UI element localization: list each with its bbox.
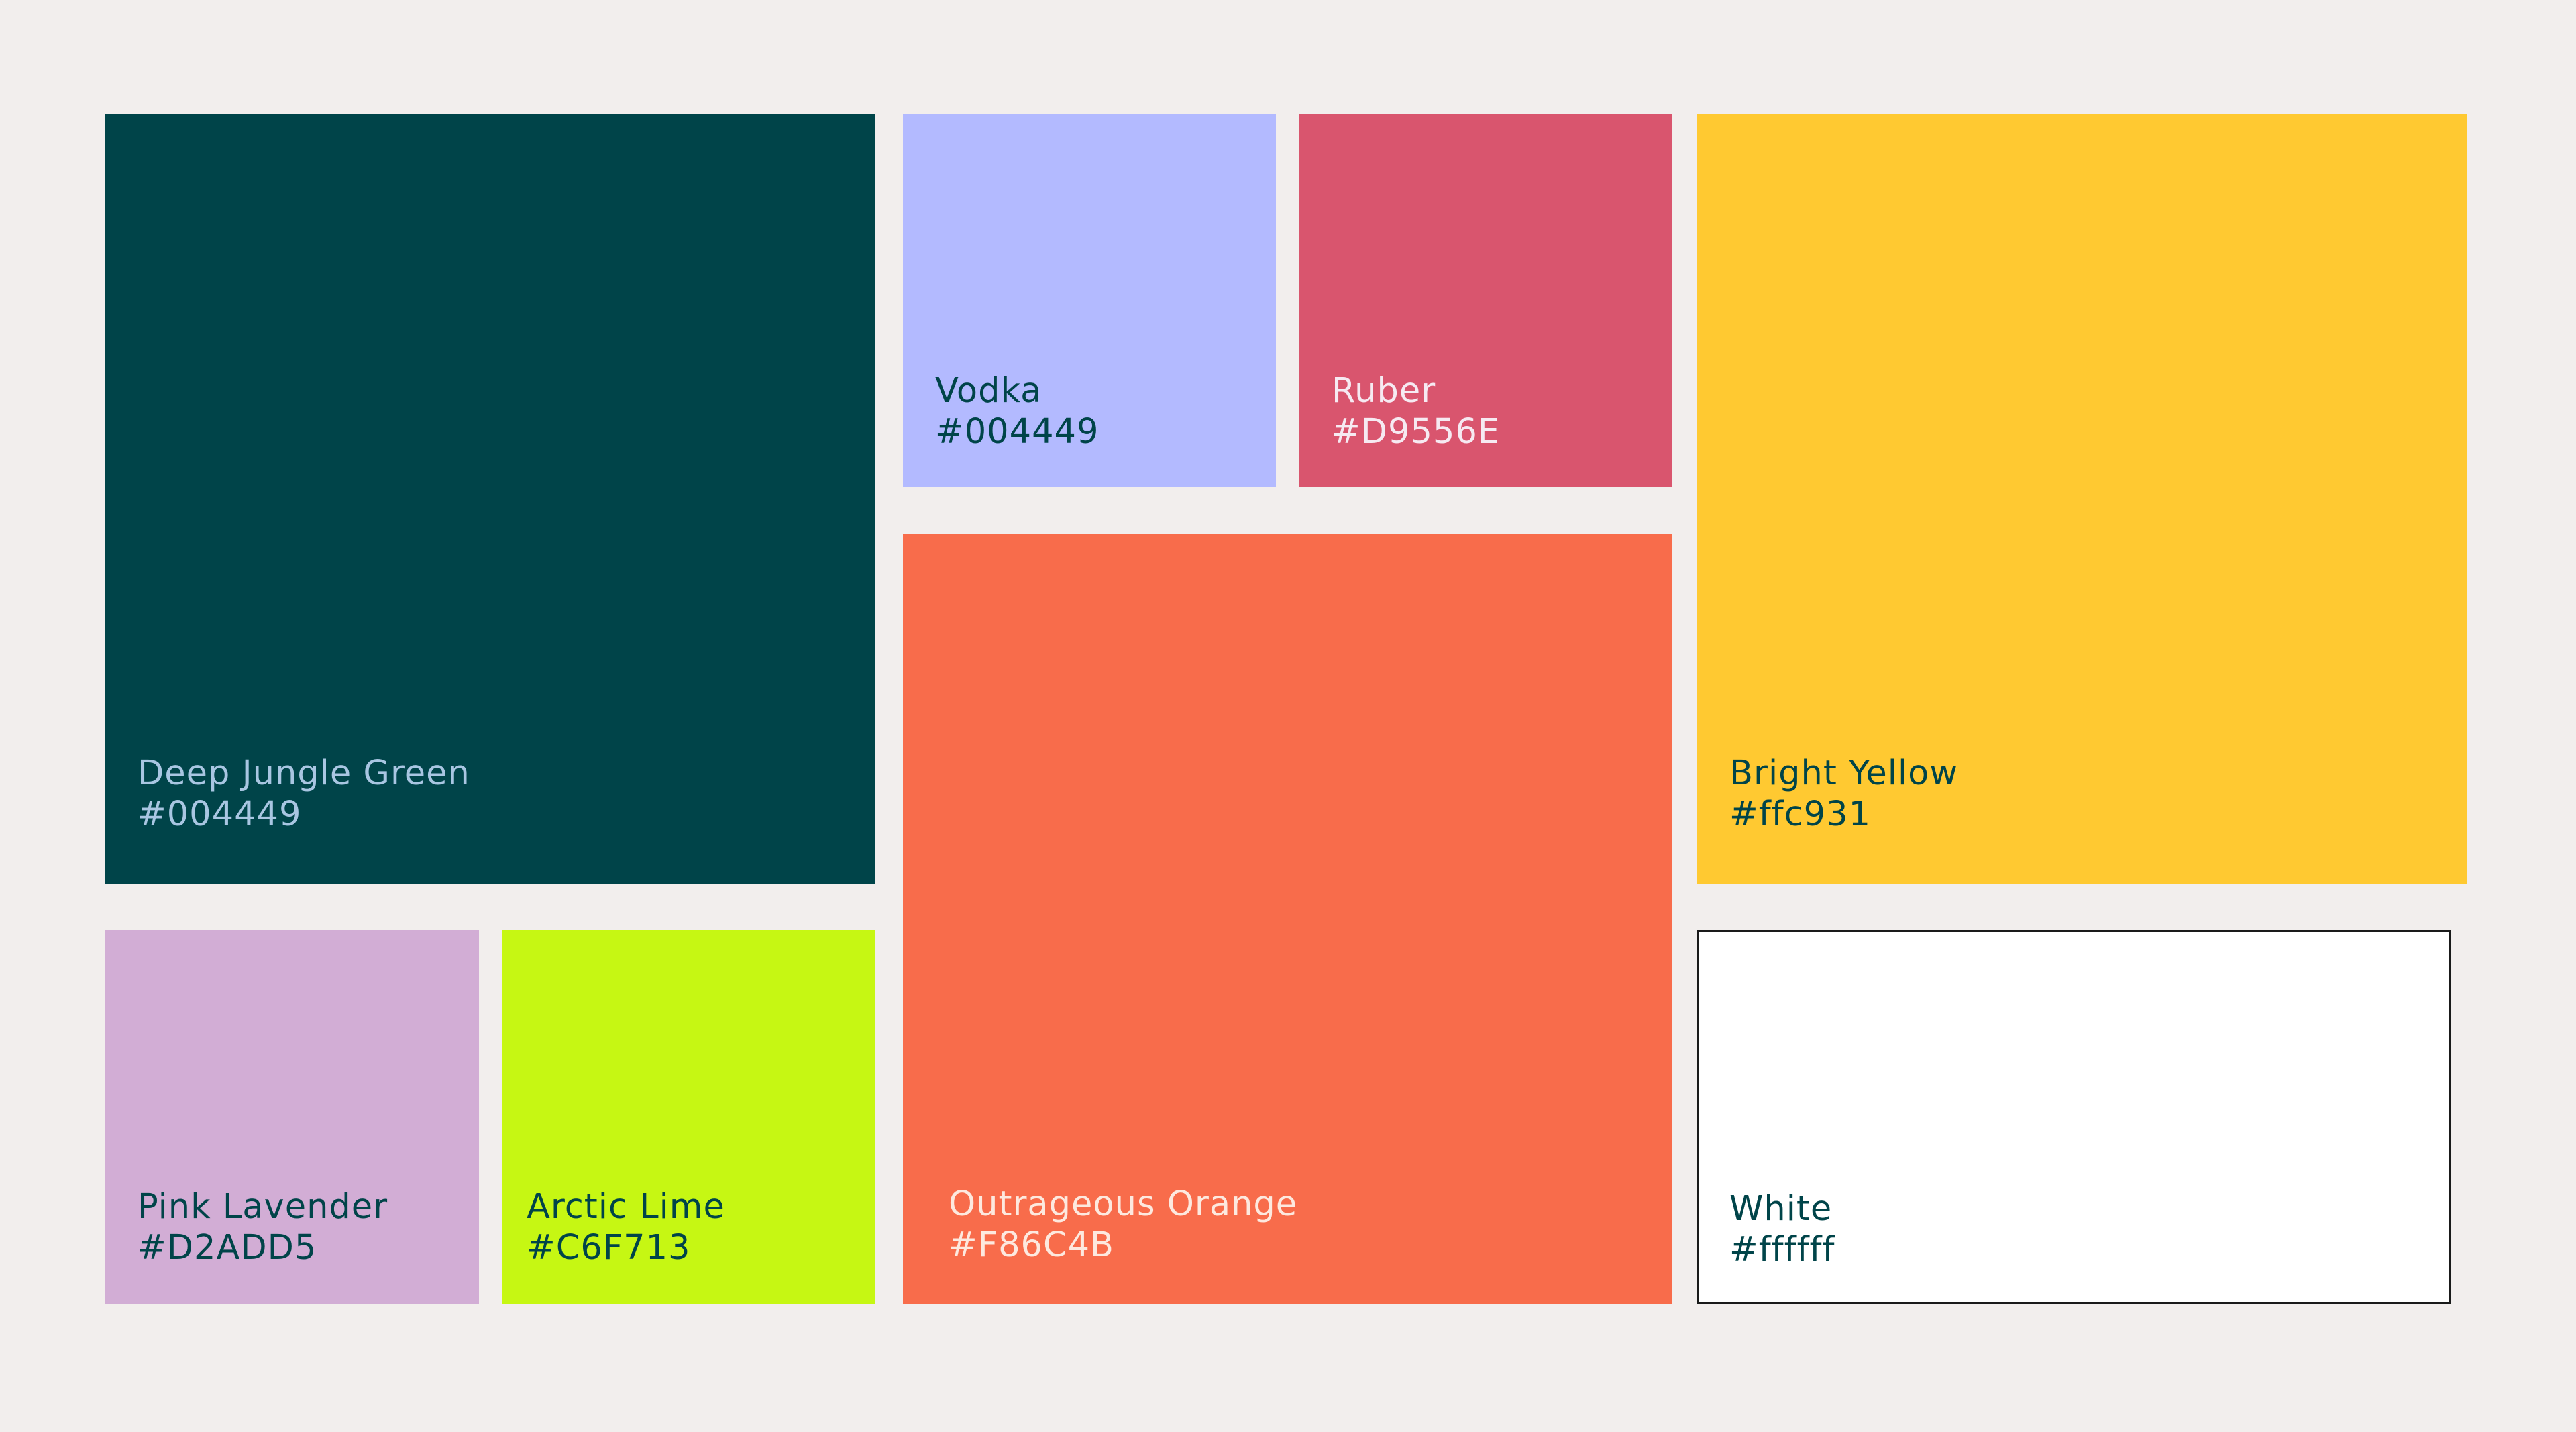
swatch-hex: #D2ADD5 bbox=[138, 1228, 317, 1268]
swatch-name: Ruber bbox=[1332, 371, 1436, 411]
swatch-caption: Pink Lavender #D2ADD5 bbox=[138, 1186, 388, 1268]
swatch-name: Vodka bbox=[935, 371, 1042, 411]
swatch-outrageous-orange: Outrageous Orange #F86C4B bbox=[903, 534, 1672, 1304]
swatch-caption: Bright Yellow #ffc931 bbox=[1729, 753, 1958, 835]
swatch-vodka: Vodka #004449 bbox=[903, 114, 1276, 487]
swatch-caption: Outrageous Orange #F86C4B bbox=[949, 1184, 1297, 1266]
swatch-hex: #C6F713 bbox=[527, 1228, 691, 1268]
swatch-hex: #ffffff bbox=[1729, 1230, 1835, 1270]
swatch-caption: White #ffffff bbox=[1729, 1188, 1835, 1270]
swatch-caption: Deep Jungle Green #004449 bbox=[138, 753, 470, 835]
swatch-deep-jungle-green: Deep Jungle Green #004449 bbox=[105, 114, 875, 884]
swatch-pink-lavender: Pink Lavender #D2ADD5 bbox=[105, 930, 479, 1304]
swatch-hex: #F86C4B bbox=[949, 1225, 1115, 1265]
swatch-caption: Vodka #004449 bbox=[935, 370, 1099, 452]
swatch-name: Bright Yellow bbox=[1729, 754, 1959, 793]
swatch-name: Deep Jungle Green bbox=[138, 754, 470, 793]
swatch-ruber: Ruber #D9556E bbox=[1299, 114, 1672, 487]
swatch-hex: #004449 bbox=[138, 795, 302, 834]
swatch-name: White bbox=[1729, 1189, 1833, 1229]
swatch-caption: Ruber #D9556E bbox=[1332, 370, 1500, 452]
palette-board: { "swatches": [ { "id": "deep-jungle-gre… bbox=[0, 0, 2576, 1432]
swatch-name: Arctic Lime bbox=[527, 1187, 725, 1227]
swatch-hex: #D9556E bbox=[1332, 412, 1501, 452]
swatch-white: White #ffffff bbox=[1697, 930, 2451, 1304]
swatch-caption: Arctic Lime #C6F713 bbox=[527, 1186, 725, 1268]
swatch-arctic-lime: Arctic Lime #C6F713 bbox=[502, 930, 875, 1304]
swatch-hex: #ffc931 bbox=[1729, 795, 1872, 834]
swatch-hex: #004449 bbox=[935, 412, 1099, 452]
swatch-name: Pink Lavender bbox=[138, 1187, 388, 1227]
swatch-bright-yellow: Bright Yellow #ffc931 bbox=[1697, 114, 2467, 884]
swatch-name: Outrageous Orange bbox=[949, 1184, 1298, 1224]
